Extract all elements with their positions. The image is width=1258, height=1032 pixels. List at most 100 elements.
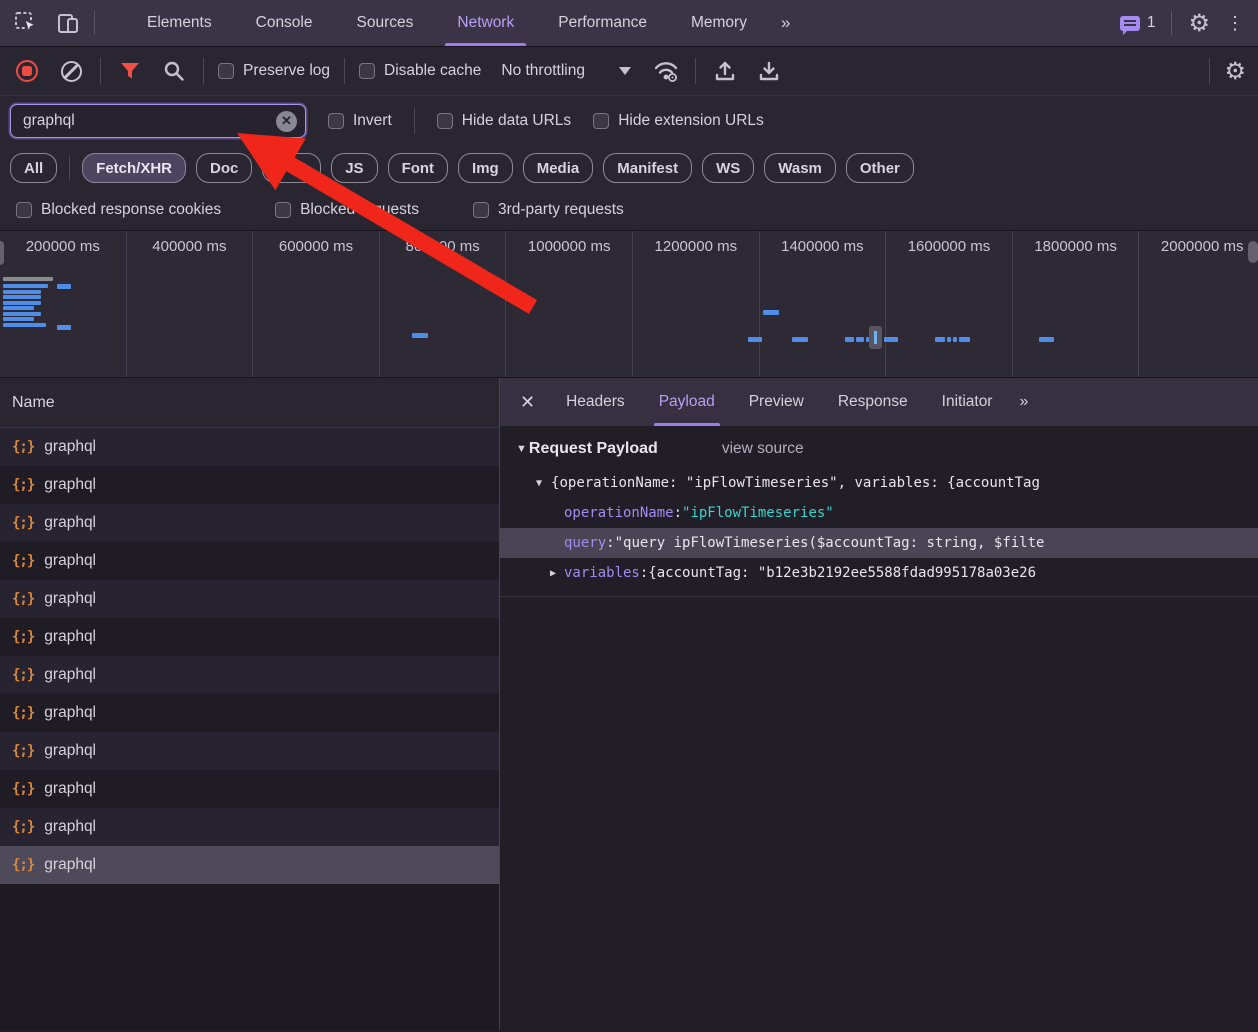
expand-triangle-icon[interactable]: ▶: [550, 568, 556, 579]
collapse-triangle-icon[interactable]: ▼: [516, 443, 527, 455]
table-row[interactable]: {;}graphql: [0, 846, 499, 884]
preserve-log-checkbox[interactable]: Preserve log: [218, 62, 330, 80]
settings-gear-icon[interactable]: ⚙: [1188, 9, 1210, 38]
table-row[interactable]: {;}graphql: [0, 428, 499, 466]
checkbox-box: [218, 63, 234, 79]
search-icon[interactable]: [159, 56, 189, 86]
chip-media[interactable]: Media: [523, 153, 594, 183]
timeline-tick: 1000000 ms: [506, 231, 633, 377]
tab-elements[interactable]: Elements: [125, 0, 234, 46]
tab-payload[interactable]: Payload: [642, 378, 732, 426]
device-toolbar-icon[interactable]: [56, 11, 80, 35]
network-toolbar: Preserve log Disable cache No throttling…: [0, 47, 1258, 96]
tab-sources[interactable]: Sources: [335, 0, 436, 46]
tab-network[interactable]: Network: [435, 0, 536, 46]
throttling-select[interactable]: No throttling: [495, 62, 637, 80]
chip-css[interactable]: CSS: [262, 153, 321, 183]
checkbox-box: [473, 202, 489, 218]
tab-initiator[interactable]: Initiator: [925, 378, 1010, 426]
table-row[interactable]: {;}graphql: [0, 542, 499, 580]
table-row[interactable]: {;}graphql: [0, 504, 499, 542]
payload-line-variables[interactable]: ▶variables: {accountTag: "b12e3b2192ee55…: [500, 558, 1258, 588]
timeline-tick: 400000 ms: [127, 231, 254, 377]
clear-filter-icon[interactable]: ✕: [276, 111, 297, 132]
table-row[interactable]: {;}graphql: [0, 466, 499, 504]
chip-doc[interactable]: Doc: [196, 153, 252, 183]
chip-font[interactable]: Font: [388, 153, 448, 183]
invert-checkbox[interactable]: Invert: [328, 112, 392, 130]
chip-all[interactable]: All: [10, 153, 57, 183]
panel-tabs: ElementsConsoleSourcesNetworkPerformance…: [125, 0, 769, 46]
request-name: graphql: [44, 552, 96, 570]
filter-input-box[interactable]: ✕: [10, 104, 306, 138]
tab-performance[interactable]: Performance: [536, 0, 669, 46]
payload-key: query: [564, 535, 606, 551]
more-detail-tabs-icon[interactable]: »: [1009, 378, 1040, 426]
timeline-tick: 1800000 ms: [1013, 231, 1140, 377]
chip-js[interactable]: JS: [331, 153, 377, 183]
hide-data-urls-checkbox[interactable]: Hide data URLs: [437, 112, 571, 130]
scrollbar-thumb-right[interactable]: [1248, 241, 1258, 263]
table-row[interactable]: {;}graphql: [0, 656, 499, 694]
tab-memory[interactable]: Memory: [669, 0, 769, 46]
blocked-response-cookies-checkbox[interactable]: Blocked response cookies: [16, 201, 221, 219]
table-row[interactable]: {;}graphql: [0, 808, 499, 846]
request-name: graphql: [44, 438, 96, 456]
tick-label: 200000 ms: [0, 238, 126, 255]
filter-row: ✕ Invert Hide data URLs Hide extension U…: [0, 96, 1258, 146]
network-conditions-icon[interactable]: [651, 56, 681, 86]
tab-response[interactable]: Response: [821, 378, 925, 426]
checkbox-box: [593, 113, 609, 129]
json-icon: {;}: [12, 781, 34, 797]
inspect-element-icon[interactable]: [14, 11, 38, 35]
close-icon[interactable]: ✕: [500, 378, 549, 426]
filter-input[interactable]: [23, 112, 276, 130]
name-column-header[interactable]: Name: [0, 378, 499, 428]
filter-icon[interactable]: [115, 56, 145, 86]
more-tabs-icon[interactable]: »: [769, 0, 804, 46]
3rd-party-requests-checkbox[interactable]: 3rd-party requests: [473, 201, 624, 219]
kebab-menu-icon[interactable]: ⋮: [1226, 14, 1244, 32]
tab-console[interactable]: Console: [234, 0, 335, 46]
view-source-link[interactable]: view source: [722, 440, 804, 458]
network-settings-gear-icon[interactable]: ⚙: [1224, 57, 1246, 86]
issues-counter[interactable]: 1: [1120, 14, 1156, 32]
clear-button[interactable]: [56, 56, 86, 86]
payload-line-operationName[interactable]: operationName: "ipFlowTimeseries": [500, 498, 1258, 528]
chip-ws[interactable]: WS: [702, 153, 754, 183]
table-row[interactable]: {;}graphql: [0, 732, 499, 770]
waterfall-bar: [953, 337, 957, 342]
payload-colon: :: [606, 535, 614, 551]
hide-extension-urls-checkbox[interactable]: Hide extension URLs: [593, 112, 764, 130]
tab-preview[interactable]: Preview: [732, 378, 821, 426]
waterfall-bar: [3, 323, 46, 327]
payload-summary-line[interactable]: ▼ {operationName: "ipFlowTimeseries", va…: [500, 468, 1258, 498]
collapse-triangle-icon[interactable]: ▼: [536, 478, 542, 489]
disable-cache-checkbox[interactable]: Disable cache: [359, 62, 481, 80]
table-row[interactable]: {;}graphql: [0, 694, 499, 732]
waterfall-bar: [57, 325, 71, 330]
timeline-tick: 1600000 ms: [886, 231, 1013, 377]
checkbox-box: [275, 202, 291, 218]
scrollbar-thumb-left[interactable]: [0, 241, 4, 265]
details-tab-bar: ✕ HeadersPayloadPreviewResponseInitiator…: [500, 378, 1258, 426]
chip-img[interactable]: Img: [458, 153, 513, 183]
table-row[interactable]: {;}graphql: [0, 770, 499, 808]
chip-other[interactable]: Other: [846, 153, 914, 183]
blocked-requests-checkbox[interactable]: Blocked requests: [275, 201, 419, 219]
chip-wasm[interactable]: Wasm: [764, 153, 836, 183]
chip-manifest[interactable]: Manifest: [603, 153, 692, 183]
tab-headers[interactable]: Headers: [549, 378, 642, 426]
chip-fetch-xhr[interactable]: Fetch/XHR: [82, 153, 186, 183]
payload-line-query[interactable]: query: "query ipFlowTimeseries($accountT…: [500, 528, 1258, 558]
network-overview-timeline[interactable]: 200000 ms400000 ms600000 ms800000 ms1000…: [0, 231, 1258, 378]
json-icon: {;}: [12, 477, 34, 493]
import-har-icon[interactable]: [710, 56, 740, 86]
checkbox-label: 3rd-party requests: [498, 201, 624, 219]
export-har-icon[interactable]: [754, 56, 784, 86]
record-button[interactable]: [12, 56, 42, 86]
hide-data-urls-label: Hide data URLs: [462, 112, 571, 130]
waterfall-bar: [856, 337, 864, 342]
table-row[interactable]: {;}graphql: [0, 618, 499, 656]
table-row[interactable]: {;}graphql: [0, 580, 499, 618]
